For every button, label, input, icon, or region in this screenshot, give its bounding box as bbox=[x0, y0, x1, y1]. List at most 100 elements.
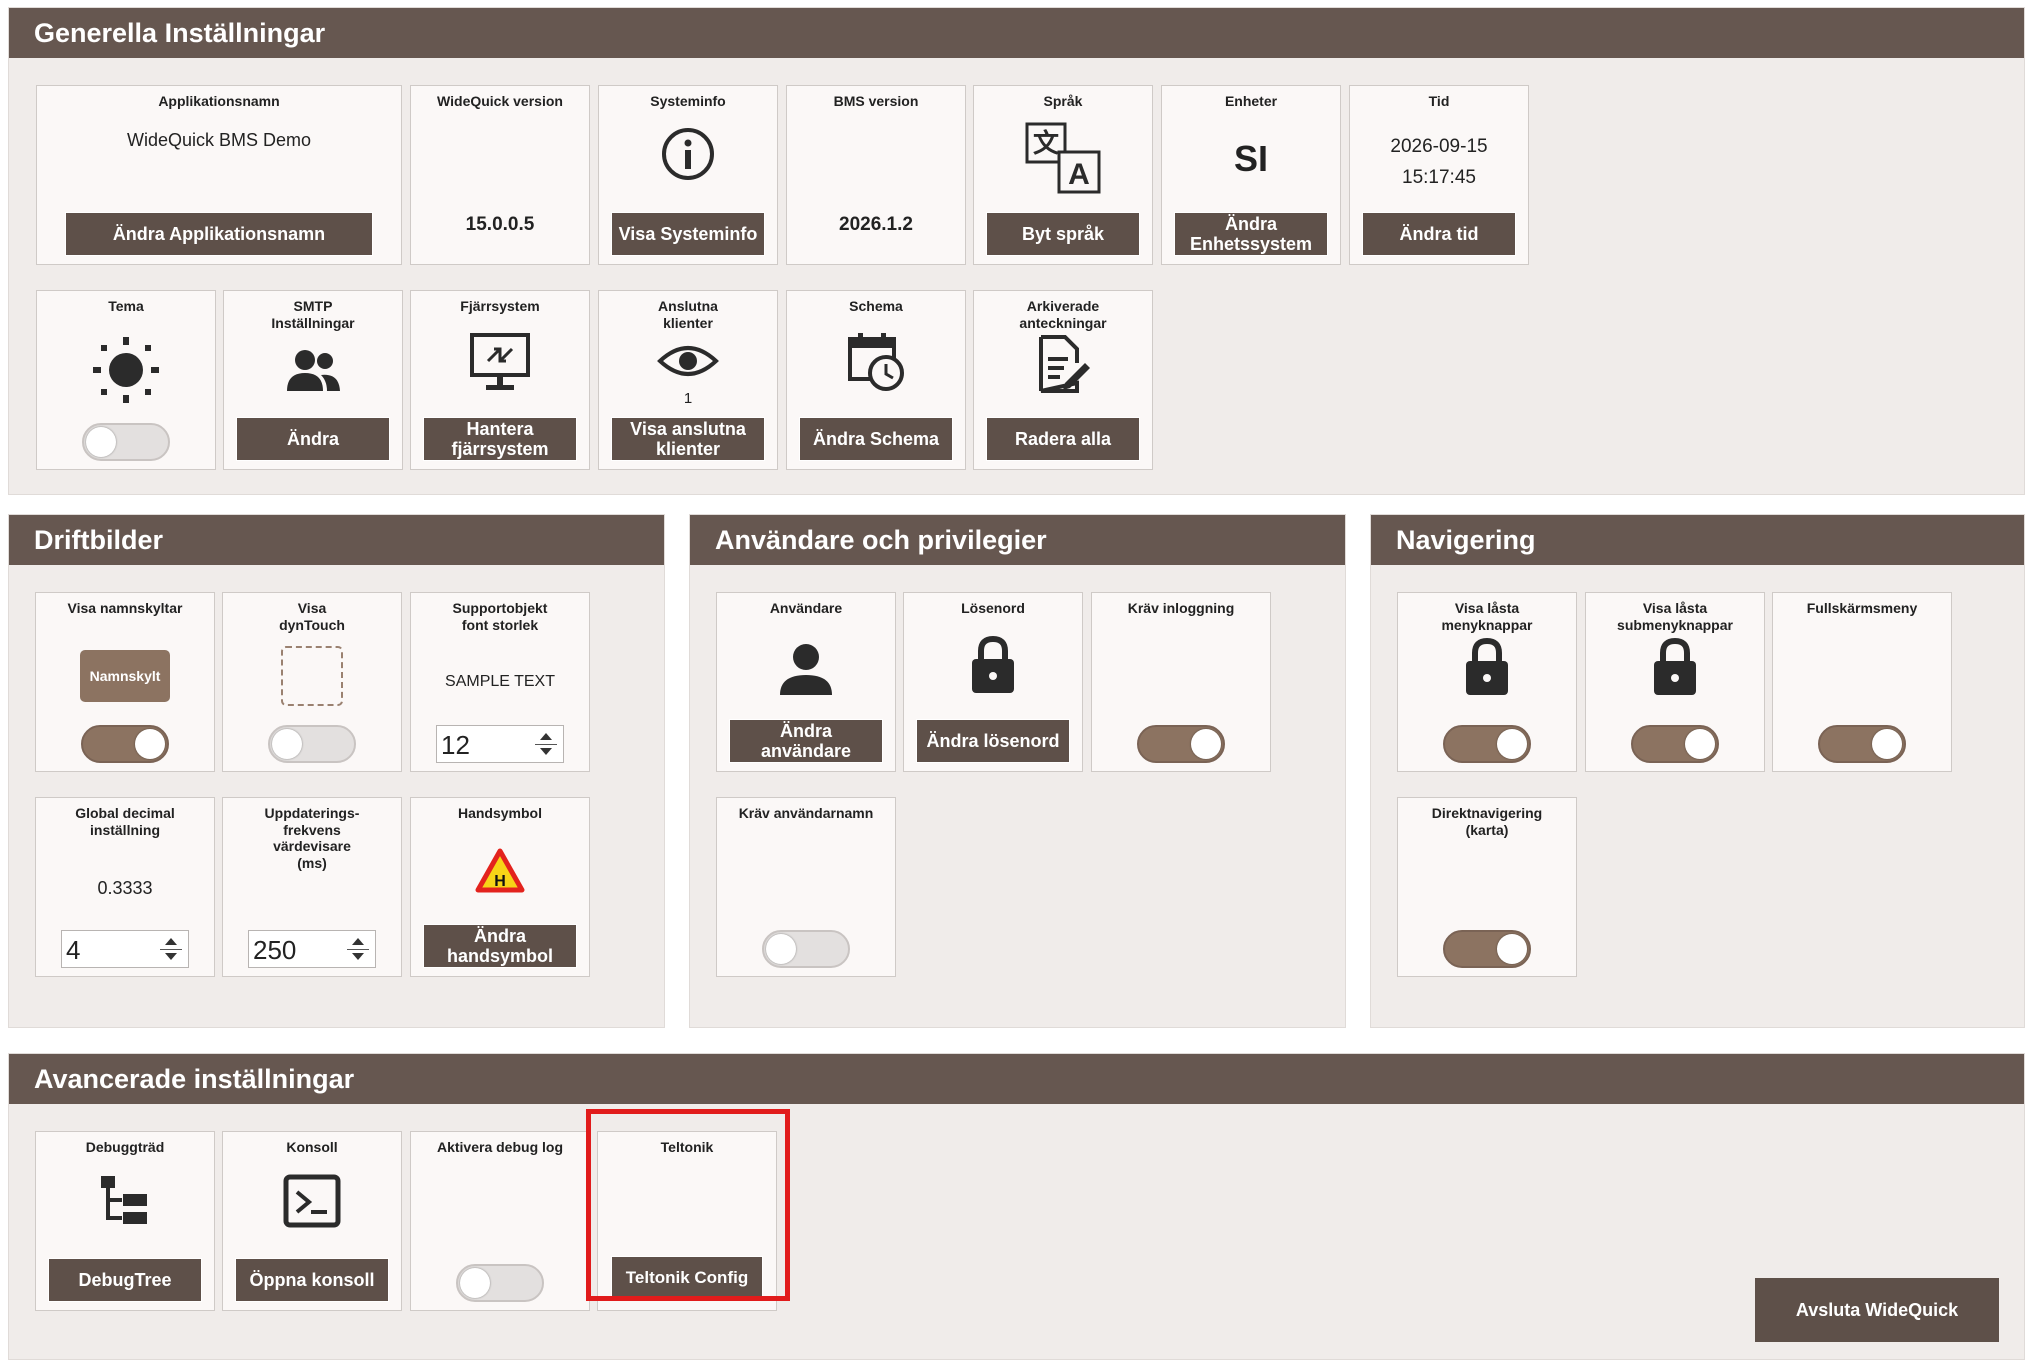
exit-widequick-button[interactable]: Avsluta WideQuick bbox=[1755, 1278, 1999, 1342]
svg-text:文: 文 bbox=[1033, 128, 1060, 159]
show-dyntouch-toggle[interactable] bbox=[268, 725, 356, 763]
general-settings-section: Generella Inställningar Applikationsnamn… bbox=[8, 7, 2025, 495]
delete-all-button[interactable]: Radera alla bbox=[986, 417, 1140, 461]
advanced-section: Avancerade inställningar Debuggträd Debu… bbox=[8, 1053, 2025, 1360]
direct-nav-title: Direktnavigering (karta) bbox=[1431, 805, 1543, 838]
sun-icon bbox=[91, 335, 161, 405]
debug-tree-card: Debuggträd DebugTree bbox=[35, 1131, 215, 1311]
stepper-up-icon[interactable] bbox=[540, 733, 552, 740]
direct-nav-toggle-knob bbox=[1497, 934, 1527, 964]
app-name-value: WideQuick BMS Demo bbox=[126, 130, 312, 150]
show-nameplates-card: Visa namnskyltar Namnskylt bbox=[35, 592, 215, 772]
manage-remote-button[interactable]: Hantera fjärrsystem bbox=[423, 417, 577, 461]
show-dyntouch-title: Visa dynTouch bbox=[279, 600, 345, 633]
change-time-button[interactable]: Ändra tid bbox=[1362, 212, 1516, 256]
hand-warning-icon: H bbox=[475, 848, 525, 894]
locked-submenu-card: Visa låsta submenyknappar bbox=[1585, 592, 1765, 772]
support-font-stepper-arrows[interactable] bbox=[535, 729, 557, 759]
debug-log-toggle-knob bbox=[460, 1268, 490, 1298]
widequick-version-card: WideQuick version 15.0.0.5 bbox=[410, 85, 590, 265]
support-font-stepper[interactable]: 12 bbox=[436, 725, 564, 763]
global-decimal-title: Global decimal inställning bbox=[75, 805, 175, 838]
locked-menu-title: Visa låsta menyknappar bbox=[1441, 600, 1533, 633]
global-decimal-stepper-arrows[interactable] bbox=[160, 934, 182, 964]
update-freq-stepper-arrows[interactable] bbox=[347, 934, 369, 964]
smtp-change-button[interactable]: Ändra bbox=[236, 417, 390, 461]
advanced-header: Avancerade inställningar bbox=[9, 1054, 2024, 1104]
change-schedule-button[interactable]: Ändra Schema bbox=[799, 417, 953, 461]
password-card: Lösenord Ändra lösenord bbox=[903, 592, 1083, 772]
stepper-down-icon[interactable] bbox=[165, 953, 177, 960]
time-date: 2026-09-15 bbox=[1390, 136, 1488, 157]
units-card: Enheter SI Ändra Enhetssystem bbox=[1161, 85, 1341, 265]
global-decimal-card: Global decimal inställning 0.3333 4 bbox=[35, 797, 215, 977]
locked-menu-toggle[interactable] bbox=[1443, 725, 1531, 763]
locked-submenu-toggle[interactable] bbox=[1631, 725, 1719, 763]
debug-tree-button[interactable]: DebugTree bbox=[48, 1258, 202, 1302]
users-header: Användare och privilegier bbox=[690, 515, 1345, 565]
theme-toggle-knob bbox=[86, 427, 116, 457]
change-units-button[interactable]: Ändra Enhetssystem bbox=[1174, 212, 1328, 256]
remote-desktop-icon bbox=[468, 331, 532, 393]
require-login-title: Kräv inloggning bbox=[1127, 600, 1235, 616]
theme-toggle[interactable] bbox=[82, 423, 170, 461]
stepper-up-icon[interactable] bbox=[352, 938, 364, 945]
change-language-button[interactable]: Byt språk bbox=[986, 212, 1140, 256]
show-system-info-button[interactable]: Visa Systeminfo bbox=[611, 212, 765, 256]
info-icon bbox=[658, 124, 718, 184]
global-decimal-stepper[interactable]: 4 bbox=[61, 930, 189, 968]
users-section: Användare och privilegier Användare Ändr… bbox=[689, 514, 1346, 1028]
require-username-card: Kräv användarnamn bbox=[716, 797, 896, 977]
stepper-divider bbox=[347, 949, 369, 950]
show-clients-button[interactable]: Visa anslutna klienter bbox=[611, 417, 765, 461]
fullscreen-menu-title: Fullskärmsmeny bbox=[1806, 600, 1918, 616]
require-login-card: Kräv inloggning bbox=[1091, 592, 1271, 772]
stepper-up-icon[interactable] bbox=[165, 938, 177, 945]
schedule-title: Schema bbox=[849, 298, 903, 314]
require-username-toggle[interactable] bbox=[762, 930, 850, 968]
show-dyntouch-card: Visa dynTouch bbox=[222, 592, 402, 772]
change-user-button[interactable]: Ändra användare bbox=[729, 719, 883, 763]
teltonik-config-button[interactable]: Teltonik Config bbox=[611, 1256, 763, 1300]
debug-log-toggle[interactable] bbox=[456, 1264, 544, 1302]
remote-title: Fjärrsystem bbox=[460, 298, 540, 314]
fullscreen-menu-toggle-knob bbox=[1872, 729, 1902, 759]
document-edit-icon bbox=[1035, 333, 1091, 395]
change-hand-symbol-button[interactable]: Ändra handsymbol bbox=[423, 924, 577, 968]
hand-symbol-title: Handsymbol bbox=[457, 805, 542, 821]
hand-symbol-card: Handsymbol H Ändra handsymbol bbox=[410, 797, 590, 977]
console-title: Konsoll bbox=[286, 1139, 338, 1155]
lock-icon bbox=[970, 635, 1016, 695]
svg-text:A: A bbox=[1068, 158, 1090, 191]
show-nameplates-toggle[interactable] bbox=[81, 725, 169, 763]
fullscreen-menu-toggle[interactable] bbox=[1818, 725, 1906, 763]
direct-nav-toggle[interactable] bbox=[1443, 930, 1531, 968]
update-freq-stepper[interactable]: 250 bbox=[248, 930, 376, 968]
change-app-name-button[interactable]: Ändra Applikationsnamn bbox=[65, 212, 373, 256]
system-info-card: Systeminfo Visa Systeminfo bbox=[598, 85, 778, 265]
global-decimal-preview: 0.3333 bbox=[97, 878, 153, 898]
change-password-button[interactable]: Ändra lösenord bbox=[916, 719, 1070, 763]
navigation-section: Navigering Visa låsta menyknappar Visa l… bbox=[1370, 514, 2025, 1028]
stepper-divider bbox=[160, 949, 182, 950]
language-title: Språk bbox=[1043, 93, 1083, 109]
time-clock: 15:17:45 bbox=[1402, 167, 1476, 188]
user-icon bbox=[778, 641, 834, 697]
require-login-toggle[interactable] bbox=[1137, 725, 1225, 763]
locked-submenu-toggle-knob bbox=[1685, 729, 1715, 759]
open-console-button[interactable]: Öppna konsoll bbox=[235, 1258, 389, 1302]
clients-card: Anslutna klienter 1 Visa anslutna klient… bbox=[598, 290, 778, 470]
terminal-icon bbox=[283, 1174, 341, 1228]
bms-version-value: 2026.1.2 bbox=[839, 214, 913, 235]
fullscreen-menu-card: Fullskärmsmeny bbox=[1772, 592, 1952, 772]
units-title: Enheter bbox=[1224, 93, 1278, 109]
stepper-down-icon[interactable] bbox=[352, 953, 364, 960]
debug-log-title: Aktivera debug log bbox=[436, 1139, 564, 1155]
teltonik-card: Teltonik Teltonik Config bbox=[597, 1131, 777, 1311]
locked-submenu-title: Visa låsta submenyknappar bbox=[1617, 600, 1733, 633]
teltonik-title: Teltonik bbox=[660, 1139, 714, 1155]
operation-section: Driftbilder Visa namnskyltar Namnskylt V… bbox=[8, 514, 665, 1028]
stepper-down-icon[interactable] bbox=[540, 748, 552, 755]
hand-symbol-letter: H bbox=[494, 873, 506, 890]
users-icon bbox=[283, 347, 343, 395]
